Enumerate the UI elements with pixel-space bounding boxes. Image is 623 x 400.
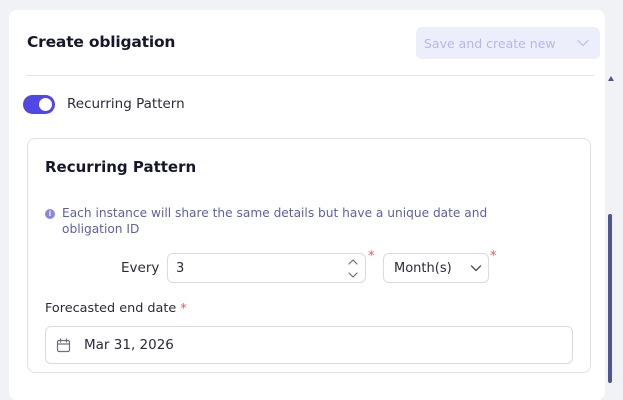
interval-value: 3 xyxy=(176,261,185,276)
scroll-up-arrow[interactable] xyxy=(608,76,614,81)
end-date-label-text: Forecasted end date xyxy=(45,301,177,316)
forecasted-end-date-input[interactable]: Mar 31, 2026 xyxy=(45,326,573,364)
calendar-icon xyxy=(56,338,71,353)
recurring-pattern-card: Recurring Pattern i Each instance will s… xyxy=(27,138,591,373)
end-date-value: Mar 31, 2026 xyxy=(84,337,174,353)
info-icon: i xyxy=(45,209,55,219)
period-selected-value: Month(s) xyxy=(394,261,452,276)
interval-stepper xyxy=(341,254,365,282)
chevron-down-icon xyxy=(470,265,482,272)
stepper-increment-button[interactable] xyxy=(341,255,365,269)
save-and-create-new-button[interactable]: Save and create new xyxy=(416,36,566,51)
create-obligation-panel: Create obligation Save and create new Re… xyxy=(9,10,605,400)
vertical-scrollbar[interactable] xyxy=(606,70,618,383)
recurring-pattern-toggle[interactable] xyxy=(23,95,55,114)
save-options-dropdown-button[interactable] xyxy=(566,27,600,59)
recurring-pattern-title: Recurring Pattern xyxy=(45,158,197,176)
recurring-info-text: Each instance will share the same detail… xyxy=(62,206,488,236)
interval-number-input[interactable]: 3 xyxy=(167,253,366,283)
interval-required-indicator: * xyxy=(368,249,375,264)
stepper-decrement-button[interactable] xyxy=(341,268,365,282)
end-date-required-indicator: * xyxy=(180,301,187,316)
page-title: Create obligation xyxy=(27,33,176,51)
save-and-create-new-split-button: Save and create new xyxy=(416,27,600,59)
chevron-up-icon xyxy=(348,259,358,265)
forecasted-end-date-label: Forecasted end date * xyxy=(45,301,187,316)
header-divider xyxy=(26,75,594,76)
recurring-pattern-toggle-label: Recurring Pattern xyxy=(67,96,185,112)
period-select[interactable]: Month(s) xyxy=(383,253,489,283)
chevron-down-icon xyxy=(577,39,589,47)
toggle-knob xyxy=(39,98,52,111)
chevron-down-icon xyxy=(348,272,358,278)
period-required-indicator: * xyxy=(490,249,497,264)
scrollbar-thumb[interactable] xyxy=(608,214,612,383)
every-label: Every xyxy=(121,260,160,276)
